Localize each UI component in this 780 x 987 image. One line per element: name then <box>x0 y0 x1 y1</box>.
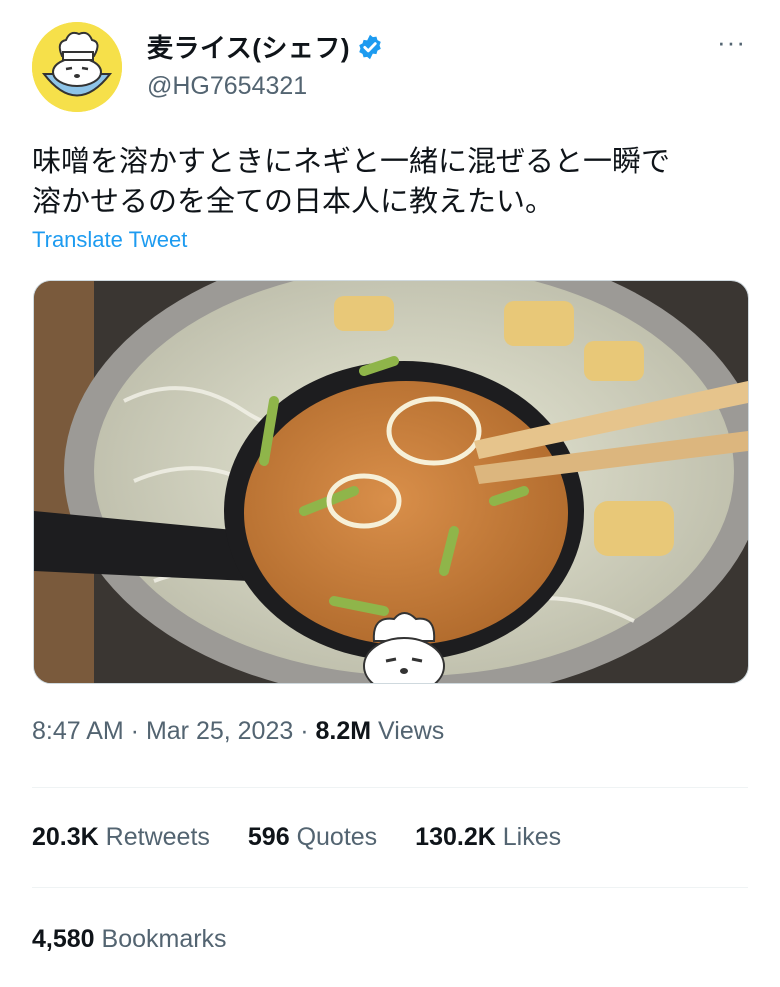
meta-separator: · <box>123 717 146 745</box>
translate-tweet-link[interactable]: Translate Tweet <box>32 227 187 253</box>
engagement-stats: 20.3K Retweets 596 Quotes 130.2K Likes <box>32 823 599 852</box>
bookmarks-stat[interactable]: 4,580 Bookmarks <box>32 925 227 954</box>
author-handle[interactable]: @HG7654321 <box>147 72 307 101</box>
tweet-meta: 8:47 AM · Mar 25, 2023 · 8.2M Views <box>32 717 444 746</box>
likes-label: Likes <box>502 823 562 851</box>
views-count: 8.2M <box>315 717 372 745</box>
chef-mascot-icon <box>32 22 122 112</box>
tweet-header: 麦ライス(シェフ) @HG7654321 ··· <box>32 22 748 114</box>
meta-separator: · <box>293 717 316 745</box>
retweets-stat[interactable]: 20.3K Retweets <box>32 823 210 852</box>
likes-count: 130.2K <box>415 823 496 851</box>
author-name-row[interactable]: 麦ライス(シェフ) <box>147 28 384 65</box>
tweet-text: 味噌を溶かすときにネギと一緒に混ぜると一瞬で 溶かせるのを全ての日本人に教えたい… <box>32 146 671 218</box>
quotes-label: Quotes <box>296 823 378 851</box>
avatar[interactable] <box>32 22 122 112</box>
bookmarks-label: Bookmarks <box>101 925 227 953</box>
tweet-time[interactable]: 8:47 AM <box>32 717 124 745</box>
ladle-miso-photo-icon <box>34 281 748 683</box>
tweet-date[interactable]: Mar 25, 2023 <box>146 717 293 745</box>
more-options-button[interactable]: ··· <box>717 29 746 55</box>
quotes-stat[interactable]: 596 Quotes <box>248 823 377 852</box>
retweets-label: Retweets <box>105 823 210 851</box>
views-label: Views <box>378 717 445 745</box>
bookmarks-count: 4,580 <box>32 925 95 953</box>
tweet-photo[interactable] <box>33 280 749 684</box>
likes-stat[interactable]: 130.2K Likes <box>415 823 561 852</box>
verified-badge-icon <box>359 34 381 59</box>
divider <box>32 887 748 888</box>
retweets-count: 20.3K <box>32 823 99 851</box>
divider <box>32 787 748 788</box>
display-name[interactable]: 麦ライス(シェフ) <box>147 28 350 65</box>
quotes-count: 596 <box>247 823 290 851</box>
